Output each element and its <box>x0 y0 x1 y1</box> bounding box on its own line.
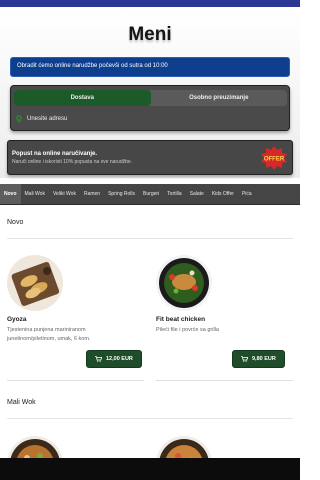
section-title-novo: Novo <box>7 219 24 226</box>
section-title-mali-wok: Mali Wok <box>7 399 36 406</box>
address-input[interactable]: Unesite adresu <box>16 113 286 125</box>
tab-salate[interactable]: Salate <box>186 184 208 204</box>
cart-icon <box>241 356 248 362</box>
category-tabs: Novo Mali Wok Veliki Wok Ramen Spring Ro… <box>0 184 300 205</box>
delivery-option[interactable]: Dostava <box>14 90 151 106</box>
tab-ramen[interactable]: Ramen <box>80 184 104 204</box>
add-gyoza-button[interactable]: 12,00 EUR <box>86 350 142 368</box>
tab-tortilla[interactable]: Tortilla <box>163 184 185 204</box>
address-placeholder: Unesite adresu <box>27 116 68 122</box>
promo-title: Popust na online naručivanje. <box>12 151 98 157</box>
pickup-option[interactable]: Osobno preuzimanje <box>151 90 288 106</box>
tab-burgeri[interactable]: Burgeri <box>139 184 163 204</box>
gyoza-image[interactable] <box>7 255 63 311</box>
tab-novo[interactable]: Novo <box>0 184 21 204</box>
section-divider <box>7 238 293 239</box>
order-mode-panel: Dostava Osobno preuzimanje Unesite adres… <box>10 85 290 131</box>
top-band <box>0 0 300 7</box>
tab-veliki-wok[interactable]: Veliki Wok <box>49 184 80 204</box>
price-fit-beat-chicken: 9,80 EUR <box>252 356 276 362</box>
bottom-bar <box>0 458 300 480</box>
cart-icon <box>95 356 102 362</box>
fit-beat-chicken-photo <box>156 255 212 311</box>
card-divider <box>156 380 293 381</box>
tab-kids-offer[interactable]: Kids Offer <box>208 184 238 204</box>
order-mode-toggle: Dostava Osobno preuzimanje <box>14 90 287 106</box>
fit-beat-chicken-image[interactable] <box>156 255 212 311</box>
item-description-gyoza: Tjestenina punjena mariniranom junetinom… <box>7 327 91 342</box>
tab-mali-wok[interactable]: Mali Wok <box>21 184 49 204</box>
price-gyoza: 12,00 EUR <box>106 356 133 362</box>
svg-text:OFFER: OFFER <box>264 157 285 163</box>
page-title: Meni <box>128 24 172 45</box>
add-fit-beat-chicken-button[interactable]: 9,80 EUR <box>232 350 285 368</box>
offer-badge-icon: OFFER <box>261 146 287 170</box>
item-name-fit-beat-chicken: Fit beat chicken <box>156 316 206 323</box>
promo-subtitle: Naruči online i iskoristi 10% popusta na… <box>12 159 133 165</box>
item-name-gyoza: Gyoza <box>7 316 27 323</box>
item-description-fit-beat-chicken: Pileći file i povrće sa grilla <box>156 327 219 333</box>
notice-banner: Obradit ćemo online narudžbe počevši od … <box>10 57 290 77</box>
gyoza-photo <box>7 255 63 311</box>
promo-banner[interactable]: Popust na online naručivanje. Naruči onl… <box>7 140 293 175</box>
location-pin-icon <box>16 115 22 123</box>
tab-spring-rolls[interactable]: Spring Rolls <box>104 184 139 204</box>
tab-pica[interactable]: Pića <box>238 184 256 204</box>
card-divider <box>7 380 144 381</box>
section-divider <box>7 418 293 419</box>
